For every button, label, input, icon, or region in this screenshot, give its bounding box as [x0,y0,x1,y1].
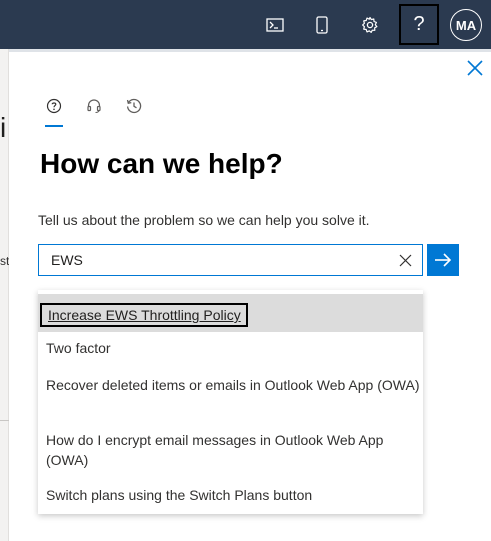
tab-help[interactable] [40,94,68,118]
mobile-app-button[interactable] [303,6,341,44]
search-input[interactable] [39,245,389,275]
cloud-shell-button[interactable] [256,6,294,44]
help-button[interactable]: ? [399,4,439,45]
suggestion-text: Recover deleted items or emails in Outlo… [46,377,420,393]
panel-subtitle: Tell us about the problem so we can help… [38,212,370,228]
clear-icon [399,254,411,266]
search-submit-button[interactable] [427,244,459,276]
background-text-fragment: st [0,254,10,268]
top-bar: ? MA [0,0,491,49]
suggestion-link[interactable]: Increase EWS Throttling Policy [40,303,248,327]
suggestion-item[interactable]: Recover deleted items or emails in Outlo… [38,375,423,417]
tab-history[interactable] [120,94,148,118]
suggestion-text: Switch plans using the Switch Plans butt… [46,487,313,503]
clear-search-button[interactable] [396,251,414,269]
arrow-right-icon [435,253,452,267]
background-divider [0,420,9,421]
headset-icon [87,99,101,114]
active-tab-indicator [45,125,63,127]
tab-contact-support[interactable] [80,94,108,118]
mobile-app-icon [316,16,328,34]
suggestion-item[interactable]: How do I encrypt email messages in Outlo… [38,430,423,472]
help-circle-icon [46,98,62,114]
suggestion-text: How do I encrypt email messages in Outlo… [46,432,384,468]
suggestion-item[interactable]: Two factor [38,338,423,362]
avatar[interactable]: MA [450,9,482,41]
suggestion-item[interactable]: Increase EWS Throttling Policy [38,294,423,332]
help-question-icon: ? [413,13,425,35]
background-text-fragment: i [0,112,7,143]
settings-button[interactable] [351,6,389,44]
close-button[interactable] [464,57,486,79]
cloud-shell-icon [266,18,284,32]
panel-title: How can we help? [40,148,283,179]
history-icon [126,98,142,114]
help-tabs [40,94,160,130]
suggestion-text: Two factor [46,340,111,356]
search-box [38,244,423,276]
gear-icon [362,16,378,33]
suggestion-item[interactable]: Switch plans using the Switch Plans butt… [38,485,423,507]
close-icon [467,60,483,76]
suggestions-dropdown: Increase EWS Throttling Policy Two facto… [38,290,423,514]
